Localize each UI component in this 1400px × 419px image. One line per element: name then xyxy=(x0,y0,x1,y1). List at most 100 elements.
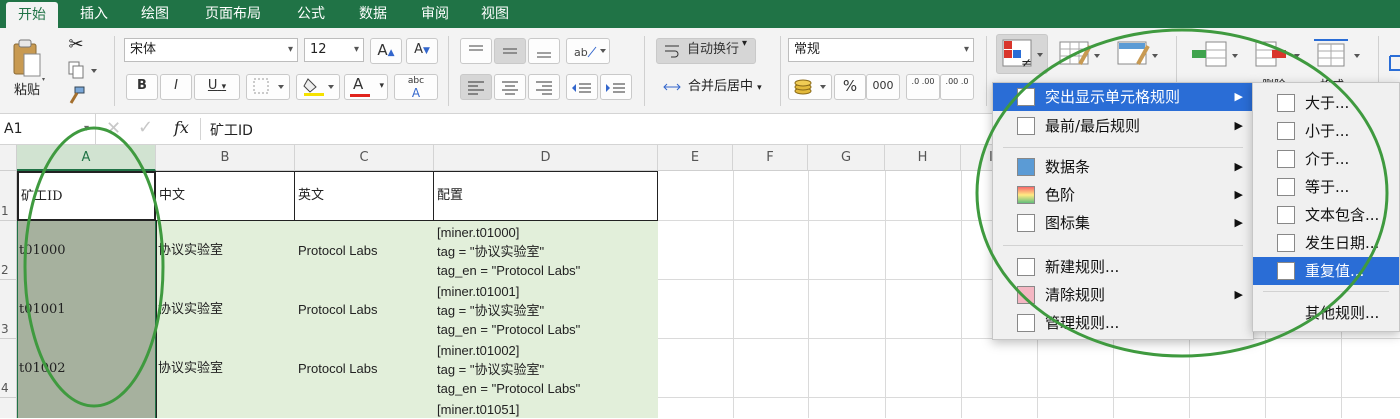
menu-item-top-bottom-rules[interactable]: 最前/最后规则 ▶ xyxy=(993,112,1253,140)
phonetic-button[interactable]: abc A xyxy=(394,74,438,100)
submenu-item-between[interactable]: 介于... xyxy=(1253,145,1399,173)
column-header-c[interactable]: C xyxy=(295,145,434,171)
font-size-select[interactable]: 12 ▾ xyxy=(304,38,364,62)
menu-item-manage-rules[interactable]: 管理规则... xyxy=(993,309,1253,337)
submenu-item-greater-than[interactable]: 大于... xyxy=(1253,89,1399,117)
borders-button[interactable] xyxy=(246,74,290,100)
align-bottom-button[interactable] xyxy=(528,38,560,64)
name-box[interactable]: A1 ▾ xyxy=(0,114,96,144)
cut-icon[interactable]: ✂ xyxy=(66,34,86,55)
percent-button[interactable]: % xyxy=(834,74,866,100)
cell-a1[interactable]: 矿工ID xyxy=(17,171,156,221)
cell-c4[interactable]: Protocol Labs xyxy=(298,339,434,398)
submenu-item-date-occurring[interactable]: 发生日期... xyxy=(1253,229,1399,257)
merge-center-button[interactable]: 合并后居中 ▾ xyxy=(660,74,770,100)
font-color-button[interactable]: A ▾ xyxy=(344,74,388,100)
tab-insert[interactable]: 插入 xyxy=(68,0,120,28)
gridline xyxy=(808,171,809,418)
submenu-item-text-contains[interactable]: 文本包含... xyxy=(1253,201,1399,229)
tab-formulas[interactable]: 公式 xyxy=(284,0,338,28)
cell-d2[interactable]: [miner.t01000] tag = "协议实验室" tag_en = "P… xyxy=(437,223,657,280)
fill-color-button[interactable] xyxy=(296,74,340,100)
cell-d5[interactable]: [miner.t01051] xyxy=(437,400,657,418)
menu-item-color-scales[interactable]: 色阶 ▶ xyxy=(993,181,1253,209)
column-header-b[interactable]: B xyxy=(156,145,295,171)
menu-item-data-bars[interactable]: 数据条 ▶ xyxy=(993,153,1253,181)
font-name-select[interactable]: 宋体 ▾ xyxy=(124,38,298,62)
row-header-3[interactable]: 3 xyxy=(0,280,17,339)
sum-icon[interactable] xyxy=(1388,48,1400,78)
row-header-4[interactable]: 4 xyxy=(0,339,17,398)
copy-button[interactable] xyxy=(66,60,98,80)
format-as-table-button[interactable] xyxy=(1058,36,1104,72)
menu-item-icon-sets[interactable]: 图标集 ▶ xyxy=(993,209,1253,237)
column-header-g[interactable]: G xyxy=(808,145,885,171)
cell-c1[interactable]: 英文 xyxy=(295,171,434,221)
submenu-item-equal-to[interactable]: 等于... xyxy=(1253,173,1399,201)
cell-d3[interactable]: [miner.t01001] tag = "协议实验室" tag_en = "P… xyxy=(437,282,657,339)
comma-style-button[interactable]: 000 xyxy=(866,74,900,100)
column-header-e[interactable]: E xyxy=(658,145,733,171)
tab-view[interactable]: 视图 xyxy=(468,0,522,28)
tab-draw[interactable]: 绘图 xyxy=(128,0,182,28)
column-header-h[interactable]: H xyxy=(885,145,961,171)
cell-a3[interactable]: t01001 xyxy=(19,280,155,339)
wrap-text-button[interactable]: 自动换行 xyxy=(656,38,756,64)
format-cells-button[interactable] xyxy=(1310,36,1362,72)
cell-styles-button[interactable] xyxy=(1116,36,1162,72)
orientation-button[interactable]: ab xyxy=(566,38,610,64)
insert-cells-button[interactable] xyxy=(1188,36,1240,72)
function-icon[interactable]: fx xyxy=(174,118,189,137)
select-all-corner[interactable] xyxy=(0,145,17,171)
align-top-button[interactable] xyxy=(460,38,492,64)
submenu-item-more-rules[interactable]: 其他规则... xyxy=(1253,299,1399,327)
submenu-item-duplicate-values[interactable]: 重复值... xyxy=(1253,257,1399,285)
align-left-button[interactable] xyxy=(460,74,492,100)
column-header-f[interactable]: F xyxy=(733,145,808,171)
underline-button[interactable]: U ▾ xyxy=(194,74,240,100)
paste-button[interactable] xyxy=(8,38,46,82)
format-painter-icon[interactable] xyxy=(66,86,86,106)
italic-button[interactable]: I xyxy=(160,74,192,100)
accounting-format-button[interactable] xyxy=(788,74,832,100)
menu-item-new-rule[interactable]: 新建规则... xyxy=(993,253,1253,281)
cell-c3[interactable]: Protocol Labs xyxy=(298,280,434,339)
menu-item-clear-rules[interactable]: 清除规则 ▶ xyxy=(993,281,1253,309)
row-header-5[interactable] xyxy=(0,398,17,418)
formula-input[interactable]: 矿工ID xyxy=(210,120,253,140)
row-header-2[interactable]: 2 xyxy=(0,221,17,280)
cell-a2[interactable]: t01000 xyxy=(19,221,155,280)
cell-b2[interactable]: 协议实验室 xyxy=(158,221,294,280)
delete-cells-button[interactable] xyxy=(1250,36,1302,72)
shrink-font-button[interactable]: A▼ xyxy=(406,38,438,64)
cancel-icon[interactable]: ✕ xyxy=(106,118,121,139)
menu-item-highlight-cell-rules[interactable]: 突出显示单元格规则 ▶ xyxy=(993,83,1253,111)
align-middle-button[interactable] xyxy=(494,38,526,64)
cell-a4[interactable]: t01002 xyxy=(19,339,155,398)
cell-d4[interactable]: [miner.t01002] tag = "协议实验室" tag_en = "P… xyxy=(437,341,657,398)
conditional-formatting-button[interactable]: ≠ xyxy=(996,34,1048,74)
decrease-decimal-button[interactable]: .00 .0 xyxy=(940,74,974,100)
increase-decimal-button[interactable]: .0 .00 xyxy=(906,74,940,100)
number-format-select[interactable]: 常规 ▾ xyxy=(788,38,974,62)
submenu-item-less-than[interactable]: 小于... xyxy=(1253,117,1399,145)
tab-review[interactable]: 审阅 xyxy=(408,0,462,28)
decrease-indent-button[interactable] xyxy=(566,74,598,100)
enter-icon[interactable]: ✓ xyxy=(138,117,153,138)
cell-c2[interactable]: Protocol Labs xyxy=(298,221,434,280)
align-right-button[interactable] xyxy=(528,74,560,100)
column-header-a[interactable]: A xyxy=(17,145,156,171)
grow-font-button[interactable]: A▲ xyxy=(370,38,402,64)
cell-b3[interactable]: 协议实验室 xyxy=(158,280,294,339)
align-center-button[interactable] xyxy=(494,74,526,100)
row-header-1[interactable]: 1 xyxy=(0,171,17,221)
cell-b4[interactable]: 协议实验室 xyxy=(158,339,294,398)
tab-home[interactable]: 开始 xyxy=(6,2,58,28)
column-header-d[interactable]: D xyxy=(434,145,658,171)
cell-b1[interactable]: 中文 xyxy=(156,171,295,221)
tab-page-layout[interactable]: 页面布局 xyxy=(194,0,272,28)
increase-indent-button[interactable] xyxy=(600,74,632,100)
bold-button[interactable]: B xyxy=(126,74,158,100)
cell-d1[interactable]: 配置 xyxy=(434,171,658,221)
tab-data[interactable]: 数据 xyxy=(346,0,400,28)
